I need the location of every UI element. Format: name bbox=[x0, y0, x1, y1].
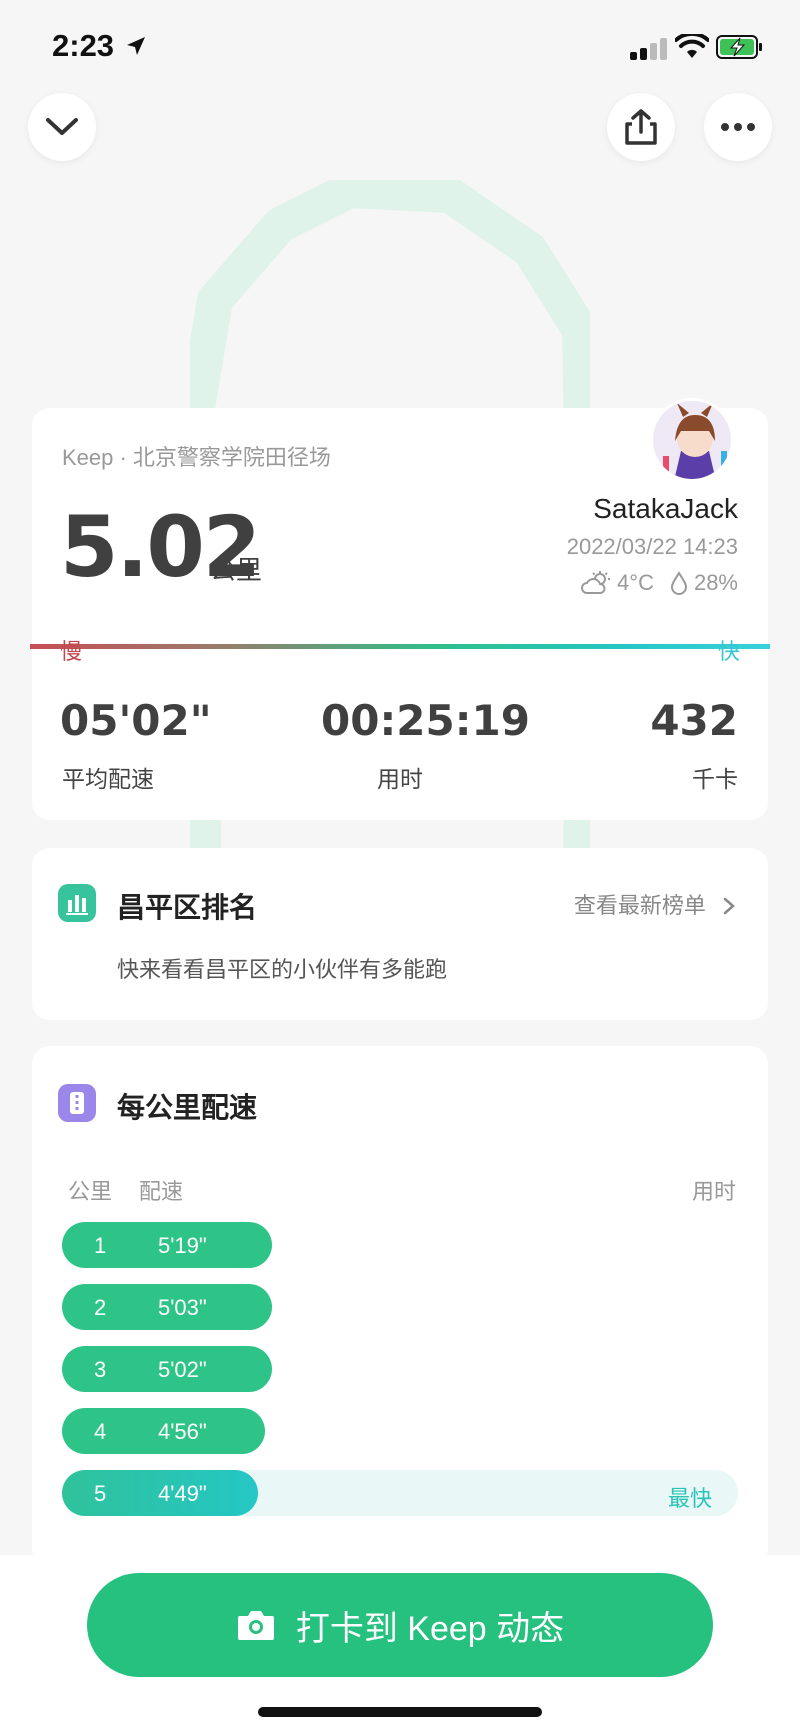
location-arrow-icon bbox=[127, 37, 145, 55]
view-leaderboard-label: 查看最新榜单 bbox=[573, 893, 706, 918]
col-pace: 配速 bbox=[139, 1179, 184, 1204]
pace-card-title: 每公里配速 bbox=[117, 1092, 258, 1123]
duration-label: 用时 bbox=[377, 766, 423, 792]
avg-pace-label: 平均配速 bbox=[62, 766, 154, 792]
avatar[interactable] bbox=[650, 398, 734, 482]
pace-split-icon bbox=[58, 1084, 96, 1122]
pace-row-bar: 1 5'19" bbox=[62, 1222, 272, 1268]
chevron-down-icon bbox=[46, 118, 78, 135]
chevron-right-icon bbox=[723, 897, 735, 915]
bottom-action-area: 打卡到 Keep 动态 bbox=[0, 1555, 800, 1731]
pace-row-bar: 2 5'03" bbox=[62, 1284, 272, 1330]
share-icon bbox=[625, 109, 657, 145]
avg-pace-value: 05'02" bbox=[60, 696, 212, 745]
pace-row-km: 1 bbox=[94, 1233, 107, 1258]
fast-label: 快 bbox=[717, 639, 740, 664]
humidity: 28% bbox=[693, 570, 738, 595]
ranking-title: 昌平区排名 bbox=[117, 892, 258, 923]
pace-row-bar: 3 5'02" bbox=[62, 1346, 272, 1392]
pace-row-pace: 5'03" bbox=[158, 1295, 207, 1320]
home-indicator[interactable] bbox=[258, 1707, 542, 1717]
partly-cloudy-icon bbox=[581, 571, 611, 594]
pace-row: 3 5'02" bbox=[62, 1346, 738, 1392]
pace-row-bar: 4 4'56" bbox=[62, 1408, 265, 1454]
duration-value: 00:25:19 bbox=[321, 696, 530, 745]
weather-info: 4°C 28% bbox=[581, 570, 738, 596]
pace-row-km: 3 bbox=[94, 1357, 107, 1382]
pace-row-pace: 4'49" bbox=[158, 1481, 207, 1506]
pace-gradient-bar bbox=[30, 644, 770, 649]
col-km: 公里 bbox=[68, 1179, 113, 1204]
pace-row-km: 2 bbox=[94, 1295, 107, 1320]
ranking-subtitle: 快来看看昌平区的小伙伴有多能跑 bbox=[117, 957, 448, 982]
status-time: 2:23 bbox=[52, 28, 115, 63]
wifi-icon bbox=[675, 34, 709, 58]
col-time: 用时 bbox=[691, 1179, 736, 1204]
pace-row: 5 4'49" 最快 bbox=[62, 1470, 738, 1516]
collapse-button[interactable] bbox=[28, 93, 96, 161]
share-button[interactable] bbox=[607, 93, 675, 161]
distance-unit: 公里 bbox=[210, 555, 263, 585]
per-km-pace-card: 每公里配速 公里 配速 用时 1 5'19" 2 5'03" 3 5'02" 4 4'56" 5… bbox=[32, 1046, 768, 1566]
checkin-label: 打卡到 Keep 动态 bbox=[295, 1609, 565, 1648]
run-datetime: 2022/03/22 14:23 bbox=[566, 534, 738, 559]
run-source: Keep · 北京警察学院田径场 bbox=[62, 445, 331, 470]
pace-row-km: 4 bbox=[94, 1419, 107, 1444]
run-summary-card: Keep · 北京警察学院田径场 5.02 公里 SatakaJack 2022… bbox=[30, 398, 770, 820]
pace-row: 4 4'56" bbox=[62, 1408, 738, 1454]
pace-row-km: 5 bbox=[94, 1481, 107, 1506]
temperature: 4°C bbox=[617, 570, 654, 595]
fastest-label: 最快 bbox=[667, 1486, 712, 1511]
cellular-signal-icon bbox=[630, 38, 668, 60]
pace-row: 2 5'03" bbox=[62, 1284, 738, 1330]
pace-row-bar: 5 4'49" bbox=[62, 1470, 258, 1516]
ranking-chart-icon bbox=[58, 884, 96, 922]
humidity-drop-icon bbox=[670, 571, 687, 595]
pace-row-pace: 5'19" bbox=[158, 1233, 207, 1258]
pace-row-pace: 5'02" bbox=[158, 1357, 207, 1382]
more-button[interactable] bbox=[704, 93, 772, 161]
status-bar: 2:23 bbox=[0, 0, 800, 90]
view-leaderboard-link[interactable]: 查看最新榜单 bbox=[574, 888, 736, 920]
checkin-button[interactable]: 打卡到 Keep 动态 bbox=[87, 1573, 713, 1677]
slow-label: 慢 bbox=[60, 639, 83, 664]
camera-icon bbox=[237, 1611, 274, 1640]
avatar-image bbox=[653, 401, 731, 479]
more-dots-icon bbox=[721, 123, 755, 131]
battery-charging-icon bbox=[716, 35, 762, 59]
pace-row-pace: 4'56" bbox=[158, 1419, 207, 1444]
username[interactable]: SatakaJack bbox=[593, 493, 738, 525]
calories-label: 千卡 bbox=[692, 766, 738, 792]
district-ranking-card[interactable]: 昌平区排名 查看最新榜单 快来看看昌平区的小伙伴有多能跑 bbox=[32, 848, 768, 1020]
pace-row: 1 5'19" bbox=[62, 1222, 738, 1268]
calories-value: 432 bbox=[650, 696, 738, 745]
